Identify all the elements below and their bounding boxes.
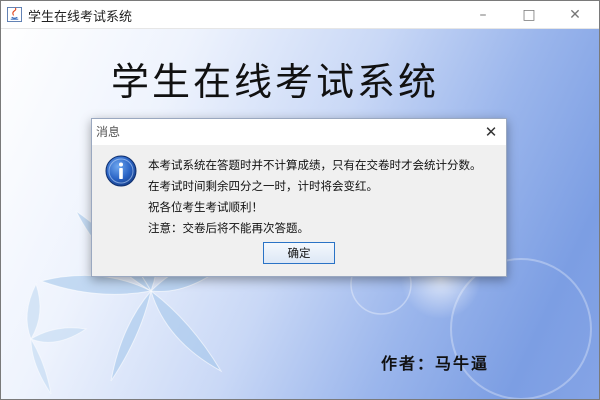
message-line: 祝各位考生考试顺利！ (148, 200, 263, 214)
author-label: 作者：马牛逼 (381, 354, 490, 373)
ok-button[interactable]: 确定 (263, 242, 335, 264)
close-icon: ✕ (484, 123, 498, 141)
message-line: 注意：交卷后将不能再次答题。 (148, 221, 309, 235)
info-icon (105, 155, 137, 187)
page-title: 学生在线考试系统 (111, 60, 440, 104)
message-line: 本考试系统在答题时并不计算成绩，只有在交卷时才会统计分数。 (148, 158, 482, 172)
close-icon: ✕ (569, 6, 581, 23)
close-button[interactable]: ✕ (552, 1, 598, 28)
minimize-button[interactable]: – (460, 1, 506, 28)
dialog-title: 消息 (96, 125, 121, 139)
maximize-icon: □ (522, 6, 536, 23)
message-line: 在考试时间剩余四分之一时，计时将会变红。 (148, 179, 378, 193)
minimize-icon: – (479, 6, 487, 23)
maximize-button[interactable]: □ (506, 1, 552, 28)
java-icon (7, 7, 22, 22)
dialog-close-button[interactable]: ✕ (476, 119, 506, 145)
message-dialog: 消息 ✕ 本考试系统在答题时并不计算成绩，只有在交卷时才会统计分数。 在考试时间… (91, 118, 507, 277)
dialog-message: 本考试系统在答题时并不计算成绩，只有在交卷时才会统计分数。 在考试时间剩余四分之… (148, 155, 498, 239)
title-bar[interactable]: 学生在线考试系统 – □ ✕ (1, 1, 599, 29)
dialog-title-bar[interactable]: 消息 ✕ (92, 119, 506, 145)
window-title: 学生在线考试系统 (28, 10, 133, 25)
